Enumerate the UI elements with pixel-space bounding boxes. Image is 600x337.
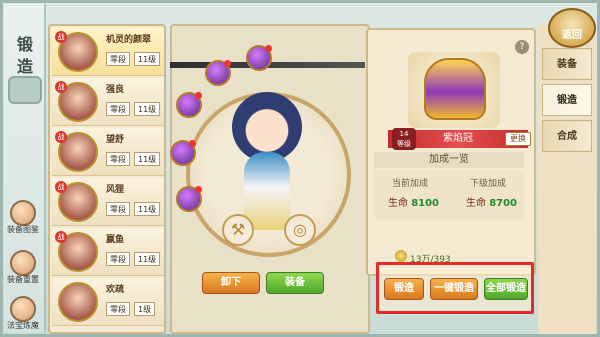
red-dot-icon: [189, 140, 196, 147]
hero-name: 风狸: [106, 185, 125, 195]
hero-list[interactable]: 战 机灵的颜翠 零段 11级 战 强良 零段 11级 战 望舒 零段 11级 战…: [48, 24, 166, 334]
hero-level: 11级: [134, 202, 161, 216]
bonus-title: 加成一览: [374, 152, 524, 168]
red-dot-icon: [265, 45, 272, 52]
tab-equipment[interactable]: 装备: [542, 48, 592, 80]
hero-rank: 零段: [106, 302, 130, 316]
character-portrait: [222, 92, 312, 232]
hero-rank: 零段: [106, 252, 130, 266]
hero-rank: 零段: [106, 202, 130, 216]
current-stat-name: 生命: [388, 198, 408, 209]
equipment-reset-label: 装备重置: [7, 275, 39, 284]
ring-slot-icon[interactable]: ◎: [284, 214, 316, 246]
hero-name: 欢疏: [106, 285, 125, 295]
hero-name: 嬴鱼: [106, 235, 125, 245]
hero-level: 1级: [134, 302, 156, 316]
hero-level: 11级: [134, 252, 161, 266]
back-button[interactable]: 返回: [548, 8, 596, 48]
treasure-icon: [10, 296, 36, 322]
one-click-forge-button[interactable]: 一键锻造: [430, 278, 478, 300]
back-label: 返回: [562, 30, 582, 41]
hero-item[interactable]: 欢疏 零段 1级: [52, 278, 164, 326]
hero-rank: 零段: [106, 152, 130, 166]
equipment-codex-label: 装备图鉴: [7, 225, 39, 234]
red-dot-icon: [195, 186, 202, 193]
equipment-slot-icon[interactable]: [176, 92, 202, 118]
equipment-codex-button[interactable]: 装备图鉴: [4, 200, 42, 236]
equipment-slot-icon[interactable]: [205, 60, 231, 86]
hero-item[interactable]: 战 强良 零段 11级: [52, 78, 164, 126]
item-level-number: 14: [399, 130, 409, 138]
battle-tag-icon: 战: [55, 231, 67, 243]
forge-button[interactable]: 锻造: [384, 278, 424, 300]
red-dot-icon: [195, 92, 202, 99]
red-dot-icon: [224, 60, 231, 67]
next-bonus-header: 下级加成: [470, 179, 507, 189]
battle-tag-icon: 战: [55, 81, 67, 93]
item-level-badge: 14 等级: [392, 128, 416, 150]
item-name: 紫焰冠: [443, 133, 473, 144]
axe-slot-icon[interactable]: ⚒: [222, 214, 254, 246]
hero-item[interactable]: 战 望舒 零段 11级: [52, 128, 164, 176]
hero-rank: 零段: [106, 102, 130, 116]
battle-tag-icon: 战: [55, 131, 67, 143]
current-bonus-stat: 生命 8100: [388, 194, 439, 209]
help-icon[interactable]: ?: [515, 40, 529, 54]
treasure-refine-button[interactable]: 法宝炼魔: [4, 296, 42, 332]
character-body: [244, 152, 290, 230]
equipment-reset-button[interactable]: 装备重置: [4, 250, 42, 286]
treasure-refine-label: 法宝炼魔: [7, 321, 39, 330]
equipment-slot-icon[interactable]: [170, 140, 196, 166]
swap-button[interactable]: 更换: [505, 132, 531, 146]
hero-item[interactable]: 战 嬴鱼 零段 11级: [52, 228, 164, 276]
battle-tag-icon: 战: [55, 181, 67, 193]
hero-rank: 零段: [106, 52, 130, 66]
tab-forge[interactable]: 锻造: [542, 84, 592, 116]
item-level-caption: 等级: [397, 140, 411, 148]
next-stat-name: 生命: [466, 198, 486, 209]
hero-item[interactable]: 战 风狸 零段 11级: [52, 178, 164, 226]
hero-level: 11级: [134, 52, 161, 66]
current-stat-value: 8100: [411, 198, 440, 209]
helmet-icon: [424, 58, 486, 120]
equipment-slot-icon[interactable]: [246, 45, 272, 71]
hero-level: 11级: [134, 102, 161, 116]
hero-level: 11级: [134, 152, 161, 166]
codex-icon: [10, 200, 36, 226]
hero-item[interactable]: 战 机灵的颜翠 零段 11级: [52, 28, 164, 76]
hero-name: 强良: [106, 85, 125, 95]
unequip-button[interactable]: 卸下: [202, 272, 260, 294]
next-bonus-stat: 生命 8700: [466, 194, 517, 209]
current-bonus-header: 当前加成: [392, 179, 429, 189]
scroll-ornament-icon: [8, 76, 42, 104]
forge-all-button[interactable]: 全部锻造: [484, 278, 528, 300]
equip-button[interactable]: 装备: [266, 272, 324, 294]
tab-synthesis[interactable]: 合成: [542, 120, 592, 152]
hero-name: 机灵的颜翠: [106, 35, 152, 45]
hero-avatar: [58, 282, 98, 322]
page-title: 锻造: [16, 35, 33, 76]
reset-icon: [10, 250, 36, 276]
right-tab-bar: 装备 锻造 合成: [538, 24, 596, 334]
equipment-slot-icon[interactable]: [176, 186, 202, 212]
hero-name: 望舒: [106, 135, 125, 145]
next-stat-value: 8700: [489, 198, 518, 209]
battle-tag-icon: 战: [55, 31, 67, 43]
coin-icon: [395, 250, 407, 262]
